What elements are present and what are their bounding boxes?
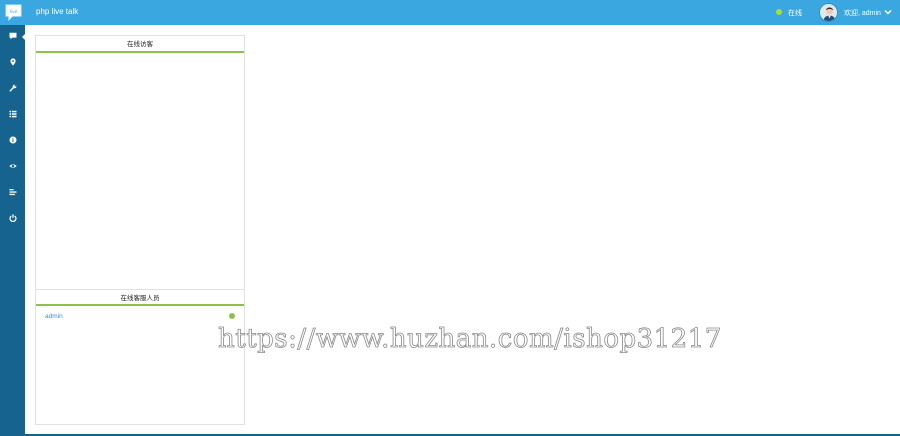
sidebar-item-chat[interactable]: [0, 25, 26, 49]
list-item[interactable]: admin: [36, 308, 244, 324]
visitors-panel-title: 在线访客: [36, 36, 244, 53]
welcome-user-label[interactable]: 欢迎, admin: [844, 8, 881, 18]
bars-icon: [9, 189, 17, 196]
eye-icon: [9, 164, 17, 168]
sidebar-item-location[interactable]: [0, 51, 25, 75]
chat-icon: [9, 32, 17, 40]
app-title[interactable]: php live talk: [36, 7, 78, 16]
staff-name[interactable]: admin: [45, 313, 63, 320]
power-icon: [9, 214, 17, 222]
online-status-icon: [229, 313, 235, 319]
sidebar-item-tools[interactable]: [0, 77, 25, 101]
online-status-icon: [776, 9, 782, 15]
online-panel: 在线访客 在线客服人员 admin: [35, 35, 245, 425]
info-icon: [9, 136, 17, 144]
wrench-icon: [9, 84, 17, 92]
staff-panel-title: 在线客服人员: [36, 289, 244, 306]
live-chat-logo-icon[interactable]: live: [4, 3, 23, 22]
staff-list: admin: [36, 308, 244, 324]
sidebar-item-stats[interactable]: [0, 181, 25, 205]
svg-text:live: live: [10, 9, 18, 15]
top-bar: live php live talk 在线 欢迎, admin: [0, 0, 900, 25]
watermark: https://www.huzhan.com/ishop31217: [218, 324, 722, 355]
sidebar-item-monitor[interactable]: [0, 155, 25, 179]
sidebar-item-logout[interactable]: [0, 207, 25, 231]
avatar[interactable]: [819, 3, 838, 22]
sidebar: [0, 25, 26, 436]
location-pin-icon: [10, 58, 16, 66]
online-status-label[interactable]: 在线: [788, 8, 802, 18]
visitors-list: [36, 55, 244, 289]
list-icon: [9, 110, 17, 118]
chevron-down-icon[interactable]: [884, 8, 892, 16]
sidebar-item-list[interactable]: [0, 103, 25, 127]
sidebar-item-info[interactable]: [0, 129, 25, 153]
